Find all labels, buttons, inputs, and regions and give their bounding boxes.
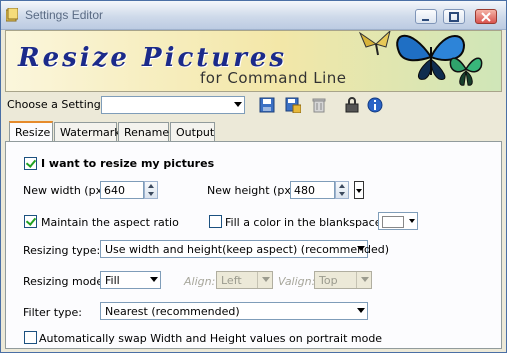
minimize-icon xyxy=(422,19,429,21)
arrow-up-icon xyxy=(339,184,345,188)
tab-rename[interactable]: Rename xyxy=(118,122,169,141)
resizing-mode-value: Fill xyxy=(105,274,120,287)
height-stepper[interactable] xyxy=(335,181,349,199)
close-button[interactable] xyxy=(475,9,497,24)
butterfly-small-icon xyxy=(358,31,391,56)
align-select[interactable]: Left xyxy=(216,271,273,289)
info-icon[interactable] xyxy=(367,97,383,113)
arrow-down-icon xyxy=(148,192,154,196)
tab-output-label: Output xyxy=(176,126,215,139)
width-input-value: 640 xyxy=(104,184,125,197)
size-preset-dropdown[interactable] xyxy=(354,181,364,199)
swap-dimensions-checkbox[interactable] xyxy=(24,331,37,344)
tab-watermark[interactable]: Watermark xyxy=(54,122,121,141)
valign-select[interactable]: Top xyxy=(314,271,372,289)
resizing-mode-select[interactable]: Fill xyxy=(100,271,161,289)
valign-value: Top xyxy=(319,274,338,287)
resizing-type-select[interactable]: Use width and height(keep aspect) (recom… xyxy=(100,240,389,258)
title-bar[interactable]: Settings Editor xyxy=(1,1,506,30)
width-label: New width (px): xyxy=(23,184,111,197)
fill-color-checkbox[interactable] xyxy=(209,215,222,228)
filter-type-select[interactable]: Nearest (recommended) xyxy=(100,302,368,320)
butterfly-green-icon xyxy=(449,57,483,86)
settings-toolbar: Choose a Settings: xyxy=(1,93,506,117)
resizing-type-label: Resizing type: xyxy=(23,244,101,257)
banner: Resize Pictures for Command Line xyxy=(5,30,502,92)
window-title: Settings Editor xyxy=(25,8,104,22)
tab-rename-label: Rename xyxy=(124,126,170,139)
chevron-down-icon xyxy=(409,219,415,223)
settings-select[interactable] xyxy=(101,96,245,114)
tab-resize[interactable]: Resize xyxy=(9,121,53,142)
fill-color-picker[interactable] xyxy=(378,212,418,230)
aspect-ratio-checkbox[interactable] xyxy=(24,215,37,228)
filter-type-label: Filter type: xyxy=(23,306,83,319)
resizing-mode-label: Resizing mode: xyxy=(23,275,107,288)
lock-icon[interactable] xyxy=(344,97,360,113)
tab-output[interactable]: Output xyxy=(170,122,215,141)
minimize-button[interactable] xyxy=(415,9,437,24)
settings-editor-window: Settings Editor Resize Pictures for Comm… xyxy=(0,0,507,353)
arrow-up-icon xyxy=(148,184,154,188)
choose-settings-label: Choose a Settings: xyxy=(7,98,111,111)
chevron-down-icon xyxy=(357,308,365,313)
chevron-down-icon xyxy=(357,246,365,251)
aspect-ratio-label: Maintain the aspect ratio xyxy=(41,216,179,229)
align-label: Align: xyxy=(184,275,216,288)
resize-panel: I want to resize my pictures New width (… xyxy=(5,141,502,349)
valign-label: Valign: xyxy=(278,275,316,288)
chevron-down-icon xyxy=(262,277,270,282)
align-value: Left xyxy=(221,274,242,287)
resize-enable-label: I want to resize my pictures xyxy=(41,157,215,170)
maximize-button[interactable] xyxy=(443,9,465,24)
fill-color-swatch xyxy=(382,216,404,228)
width-input[interactable]: 640 xyxy=(100,181,144,199)
close-icon xyxy=(481,12,491,22)
swap-dimensions-label: Automatically swap Width and Height valu… xyxy=(39,332,383,345)
resize-enable-checkbox[interactable] xyxy=(24,157,37,170)
delete-icon[interactable] xyxy=(311,97,327,113)
save-as-icon[interactable] xyxy=(285,97,301,113)
height-input[interactable]: 480 xyxy=(290,181,335,199)
tab-watermark-label: Watermark xyxy=(60,126,121,139)
chevron-down-icon xyxy=(234,102,242,107)
banner-subtitle: for Command Line xyxy=(200,69,347,87)
tab-resize-label: Resize xyxy=(15,126,51,139)
chevron-down-icon xyxy=(361,277,369,282)
arrow-down-icon xyxy=(339,192,345,196)
chevron-down-icon xyxy=(150,277,158,282)
fill-color-label: Fill a color in the blankspace: xyxy=(225,216,386,229)
height-label: New height (px): xyxy=(207,184,299,197)
width-stepper[interactable] xyxy=(144,181,158,199)
save-icon[interactable] xyxy=(259,97,275,113)
app-icon xyxy=(6,8,18,22)
filter-type-value: Nearest (recommended) xyxy=(105,305,240,318)
resizing-type-value: Use width and height(keep aspect) (recom… xyxy=(105,243,390,256)
height-input-value: 480 xyxy=(294,184,315,197)
maximize-icon xyxy=(449,12,459,22)
